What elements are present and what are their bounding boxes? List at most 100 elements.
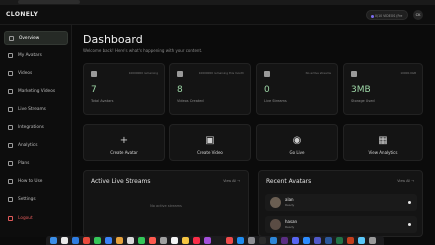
address-bar[interactable] <box>18 0 80 4</box>
preview-icon[interactable] <box>358 237 365 244</box>
reminders-icon[interactable] <box>171 237 178 244</box>
contacts-icon[interactable] <box>160 237 167 244</box>
sidebar-item-overview[interactable]: Overview <box>4 31 68 45</box>
music-icon[interactable] <box>193 237 200 244</box>
sidebar-item-my-avatars[interactable]: My Avatars <box>4 49 68 63</box>
avatar-name: hasan <box>285 219 298 224</box>
action-label: Create Video <box>197 150 223 155</box>
stat-label: Storage Used <box>351 99 375 103</box>
avatar-status: Ready <box>285 203 295 207</box>
finder-icon[interactable] <box>50 237 57 244</box>
zoom-icon[interactable] <box>303 237 310 244</box>
video-icon <box>8 71 13 76</box>
launchpad-icon[interactable] <box>61 237 68 244</box>
notes-icon[interactable] <box>182 237 189 244</box>
terminal-icon[interactable] <box>259 237 266 244</box>
avatar-icon <box>91 71 97 77</box>
credits-badge[interactable]: 0/10 VIDEOS (Fre <box>366 10 408 20</box>
photos-icon[interactable] <box>127 237 134 244</box>
powerpoint-icon[interactable] <box>347 237 354 244</box>
word-icon[interactable] <box>325 237 332 244</box>
sidebar-item-label: Plans <box>18 161 30 166</box>
news-icon[interactable] <box>226 237 233 244</box>
card-icon <box>8 161 13 166</box>
clapper-icon <box>177 71 183 77</box>
sidebar-item-plans[interactable]: Plans <box>4 157 68 171</box>
safari-icon[interactable] <box>72 237 79 244</box>
sidebar-item-integrations[interactable]: Integrations <box>4 121 68 135</box>
view-analytics-button[interactable]: ▦ View Analytics <box>343 124 423 161</box>
top-bar: CLONELY 0/10 VIDEOS (Fre CK <box>0 5 435 25</box>
discord-icon[interactable] <box>292 237 299 244</box>
tv-icon[interactable] <box>215 237 222 244</box>
chart-icon <box>8 143 13 148</box>
sidebar: Overview My Avatars Videos Marketing Vid… <box>0 25 72 237</box>
logout-icon <box>8 216 13 221</box>
stat-meta: 10000.0GB <box>400 71 416 75</box>
avatar-name: alan <box>285 197 294 202</box>
broadcast-icon <box>8 107 13 112</box>
avatar-thumbnail <box>270 197 281 208</box>
view-all-link[interactable]: View All → <box>223 179 240 183</box>
sidebar-item-label: Overview <box>19 36 40 41</box>
facetime-icon[interactable] <box>138 237 145 244</box>
sidebar-item-label: Settings <box>18 197 36 202</box>
create-avatar-button[interactable]: + Create Avatar <box>83 124 165 161</box>
stat-card-live-streams: No active streams 0 Live Streams <box>256 63 338 115</box>
create-video-button[interactable]: ▣ Create Video <box>169 124 251 161</box>
stat-card-videos: 10000000 remaining this month 8 Videos C… <box>169 63 251 115</box>
avatar-status: Ready <box>285 225 295 229</box>
calendar-icon[interactable] <box>149 237 156 244</box>
status-dot-icon <box>408 201 411 204</box>
mail-icon[interactable] <box>105 237 112 244</box>
trash-icon[interactable] <box>369 237 376 244</box>
avatar-list-item[interactable]: alan Ready <box>265 194 417 211</box>
action-label: View Analytics <box>368 150 398 155</box>
sidebar-item-analytics[interactable]: Analytics <box>4 139 68 153</box>
sidebar-item-how-to-use[interactable]: How to Use <box>4 175 68 189</box>
chart-icon: ▦ <box>378 135 388 146</box>
stat-card-avatars: 10000000 remaining 7 Total Avatars <box>83 63 165 115</box>
messages-icon[interactable] <box>94 237 101 244</box>
app-logo[interactable]: CLONELY <box>6 11 38 18</box>
sidebar-item-label: Marketing Videos <box>18 89 56 94</box>
stat-label: Videos Created <box>177 99 204 103</box>
teams-icon[interactable] <box>314 237 321 244</box>
avatar-thumbnail <box>270 219 281 230</box>
go-live-button[interactable]: ◉ Go Live <box>256 124 338 161</box>
excel-icon[interactable] <box>336 237 343 244</box>
credits-label: 0/10 VIDEOS (Fre <box>375 14 403 18</box>
view-all-label: View All <box>397 179 411 183</box>
sidebar-item-logout[interactable]: Logout <box>4 212 68 226</box>
avatar-list-item[interactable]: hasan Ready <box>265 216 417 233</box>
slack-icon[interactable] <box>281 237 288 244</box>
sidebar-item-videos[interactable]: Videos <box>4 67 68 81</box>
sidebar-item-label: Videos <box>18 71 33 76</box>
app-store-icon[interactable] <box>237 237 244 244</box>
sidebar-item-settings[interactable]: Settings <box>4 193 68 207</box>
stat-card-storage: 10000.0GB 3MB Storage Used <box>343 63 423 115</box>
page-subtitle: Welcome back! Here's what's happening wi… <box>83 48 203 53</box>
sidebar-item-marketing-videos[interactable]: Marketing Videos <box>4 85 68 99</box>
gear-icon <box>8 197 13 202</box>
user-icon <box>8 53 13 58</box>
clapper-icon: ▣ <box>205 135 215 146</box>
user-avatar[interactable]: CK <box>413 10 423 20</box>
panel-title: Recent Avatars <box>266 178 312 185</box>
maps-icon[interactable] <box>116 237 123 244</box>
settings-icon[interactable] <box>248 237 255 244</box>
stat-meta: No active streams <box>305 71 331 75</box>
podcasts-icon[interactable] <box>204 237 211 244</box>
panel-title: Active Live Streams <box>91 178 151 185</box>
sidebar-item-live-streams[interactable]: Live Streams <box>4 103 68 117</box>
stat-meta: 10000000 remaining <box>128 71 158 75</box>
stat-label: Total Avatars <box>91 99 114 103</box>
sidebar-item-label: Live Streams <box>18 107 46 112</box>
sidebar-item-label: Logout <box>18 216 33 221</box>
page-title: Dashboard <box>83 33 143 46</box>
plus-icon: + <box>119 135 129 146</box>
view-all-link[interactable]: View All → <box>397 179 414 183</box>
vscode-icon[interactable] <box>270 237 277 244</box>
chrome-icon[interactable] <box>83 237 90 244</box>
credit-dot-icon <box>371 14 374 18</box>
